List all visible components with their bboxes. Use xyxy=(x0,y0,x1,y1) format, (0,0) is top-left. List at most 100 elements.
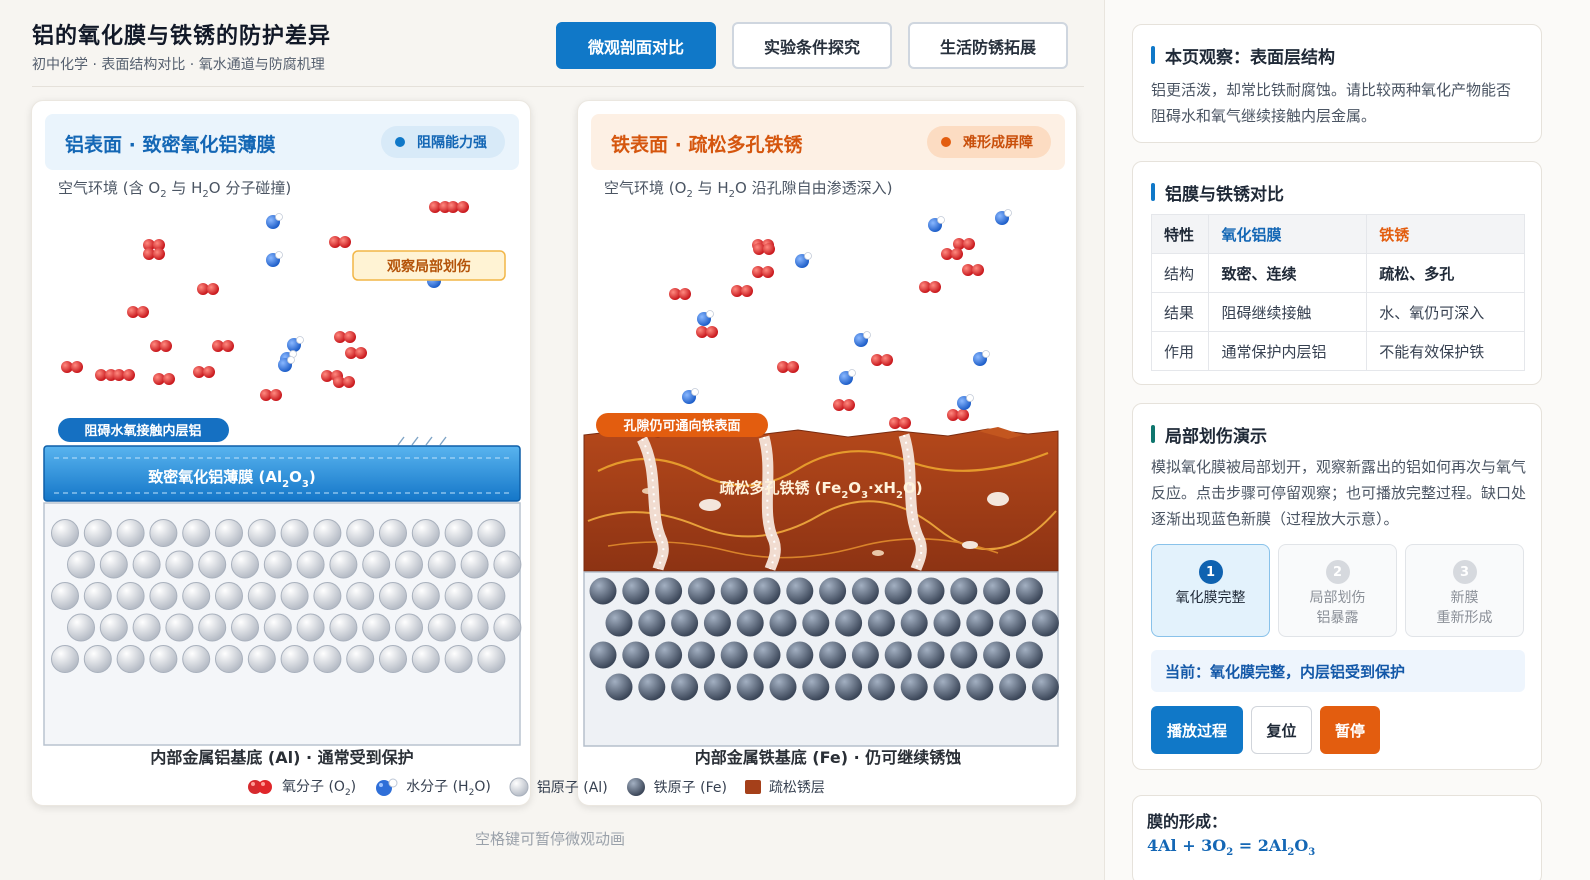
step-number: 1 xyxy=(1198,560,1223,584)
iron-atom xyxy=(835,673,863,701)
oxygen-molecule xyxy=(919,281,941,293)
legend-water: 水分子 (H2O) xyxy=(374,776,491,798)
step-film-intact[interactable]: 1 氧化膜完整 xyxy=(1151,544,1270,637)
tab-daily-rust[interactable]: 生活防锈拓展 xyxy=(908,22,1068,69)
oxygen-molecule xyxy=(153,373,175,385)
aluminum-atom xyxy=(83,519,112,547)
oxygen-molecule xyxy=(334,331,356,343)
observation-card-title: 本页观察：表面层结构 xyxy=(1151,43,1335,68)
iron-atom xyxy=(703,609,731,637)
oxygen-molecule xyxy=(260,389,282,401)
table-cell: 结果 xyxy=(1150,292,1210,332)
iron-atom xyxy=(753,577,781,605)
aluminum-atom xyxy=(444,582,473,610)
aluminum-base-caption: 内部金属铝基底 (Al) · 通常受到保护 xyxy=(150,748,414,767)
aluminum-atom xyxy=(247,582,276,610)
aluminum-atom xyxy=(132,613,161,642)
aluminum-atom xyxy=(477,582,506,610)
oxygen-molecule xyxy=(962,264,984,276)
svg-text:阻碍水氧接触内层铝: 阻碍水氧接触内层铝 xyxy=(84,423,201,439)
rust-swatch-icon xyxy=(744,779,761,794)
oxygen-molecule xyxy=(696,326,718,338)
step-number: 2 xyxy=(1325,560,1350,584)
oxygen-molecule xyxy=(345,347,367,359)
iron-atom xyxy=(605,673,633,701)
scratch-observe-tag[interactable]: 观察局部划伤 xyxy=(352,250,506,281)
side-panel: 本页观察：表面层结构 铝更活泼，却常比铁耐腐蚀。请比较两种氧化产物能否阻碍水和氧… xyxy=(1104,0,1590,880)
tab-experiment[interactable]: 实验条件探究 xyxy=(732,22,892,69)
iron-atom xyxy=(867,609,895,637)
comparison-table: 特性 氧化铝膜 铁锈 结构 致密、连续 疏松、多孔 结果 阻碍继续接触 水、氧仍… xyxy=(1150,214,1525,371)
iron-atom xyxy=(819,577,847,605)
iron-atom-icon xyxy=(626,777,645,796)
oxygen-molecule xyxy=(212,340,234,352)
iron-atom xyxy=(884,577,912,605)
water-molecule xyxy=(973,350,990,366)
step-label: 氧化膜完整 xyxy=(1175,590,1246,606)
iron-atom xyxy=(966,673,994,701)
iron-atom xyxy=(687,641,715,669)
aluminum-atom xyxy=(51,519,79,547)
scratch-demo-card-title: 局部划伤演示 xyxy=(1151,422,1267,447)
iron-atom xyxy=(720,577,748,605)
iron-air-molecules xyxy=(669,209,1012,429)
oxygen-molecule xyxy=(447,201,469,213)
water-molecule xyxy=(266,251,283,267)
aluminum-atom xyxy=(362,613,391,642)
oxygen-molecule xyxy=(150,340,172,352)
pause-button[interactable]: 暂停 xyxy=(1320,706,1380,754)
table-row: 作用 通常保护内层铝 不能有效保护铁 xyxy=(1150,331,1525,371)
oxygen-molecule xyxy=(889,417,911,429)
aluminum-atom xyxy=(99,550,128,579)
aluminum-atom xyxy=(313,645,342,673)
aluminum-atom xyxy=(379,645,407,673)
iron-atom xyxy=(753,641,781,669)
step-film-reform[interactable]: 3 新膜 重新形成 xyxy=(1405,544,1524,637)
aluminum-atom xyxy=(346,582,375,610)
page-subtitle: 初中化学 · 表面结构对比 · 氧水通道与防腐机理 xyxy=(32,57,325,73)
pore-tag: 孔隙仍可通向铁表面 xyxy=(596,413,768,437)
step-scratch-exposed[interactable]: 2 局部划伤 铝暴露 xyxy=(1278,544,1397,637)
water-molecule xyxy=(266,213,283,229)
oxygen-molecule xyxy=(947,409,969,421)
aluminum-atom xyxy=(215,645,243,673)
table-cell: 水、氧仍可深入 xyxy=(1366,292,1525,332)
aluminum-atom xyxy=(165,550,194,579)
iron-atom xyxy=(671,673,699,701)
demo-status: 当前：氧化膜完整，内层铝受到保护 xyxy=(1151,650,1525,692)
aluminum-panel: 铝表面 · 致密氧化铝薄膜 阻隔能力强 空气环境 (含 O2 与 H2O 分子碰… xyxy=(31,100,531,806)
iron-atom xyxy=(655,641,683,669)
aluminum-atom xyxy=(99,613,128,642)
iron-atom xyxy=(999,673,1027,701)
iron-scene: 疏松多孔铁锈 (Fe2O3·xH2O) 孔隙仍可通向铁表面 xyxy=(583,209,1059,747)
play-button[interactable]: 播放过程 xyxy=(1151,706,1243,754)
aluminum-atom-icon xyxy=(509,777,529,797)
table-row: 结构 致密、连续 疏松、多孔 xyxy=(1150,253,1525,293)
step-label: 局部划伤 铝暴露 xyxy=(1309,590,1366,626)
iron-atom xyxy=(622,577,650,605)
table-cell: 结构 xyxy=(1150,253,1210,293)
aluminum-atom xyxy=(231,550,259,579)
aluminum-atom xyxy=(215,519,243,547)
aluminum-atom xyxy=(427,613,456,642)
iron-atom xyxy=(687,577,715,605)
iron-atom xyxy=(851,577,879,605)
iron-atom xyxy=(819,641,847,669)
aluminum-atom xyxy=(198,550,227,579)
legend-iron-atom: 铁原子 (Fe) xyxy=(626,777,727,797)
aluminum-atom xyxy=(427,550,456,579)
aluminum-atom xyxy=(67,613,95,642)
aluminum-atom xyxy=(280,645,309,673)
iron-atom xyxy=(884,641,912,669)
iron-atom xyxy=(900,609,928,637)
iron-atom xyxy=(1031,609,1059,637)
aluminum-atom xyxy=(280,519,309,547)
svg-text:孔隙仍可通向铁表面: 孔隙仍可通向铁表面 xyxy=(623,418,740,434)
aluminum-atom xyxy=(280,582,309,610)
aluminum-atom xyxy=(411,519,440,547)
aluminum-atom xyxy=(460,613,489,642)
aluminum-atom xyxy=(346,645,375,673)
page-header: 铝的氧化膜与铁锈的防护差异 初中化学 · 表面结构对比 · 氧水通道与防腐机理 … xyxy=(0,0,1112,88)
tab-micro-compare[interactable]: 微观剖面对比 xyxy=(556,22,716,69)
reset-button[interactable]: 复位 xyxy=(1251,706,1312,754)
